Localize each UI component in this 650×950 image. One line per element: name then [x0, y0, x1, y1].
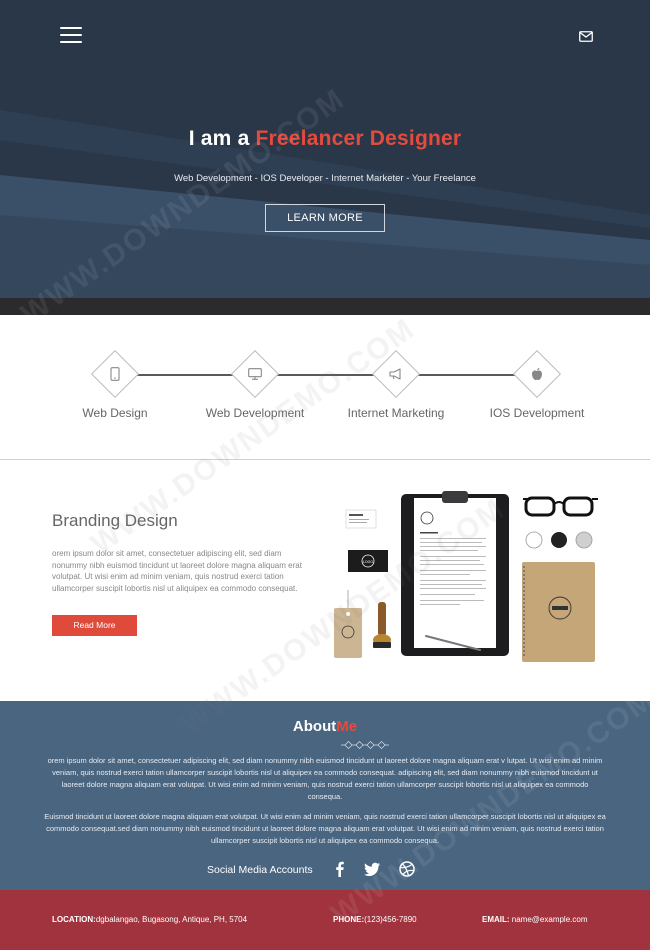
hero-title-prefix: I am a [188, 127, 256, 150]
about-title-accent: Me [336, 718, 358, 735]
hero-title-accent: Freelancer Designer [255, 127, 462, 150]
twitter-icon[interactable] [363, 860, 381, 878]
about-paragraph-1: orem ipsum dolor sit amet, consectetuer … [47, 756, 603, 801]
service-label: IOS Development [489, 406, 585, 420]
service-label: Web Design [82, 406, 148, 420]
footer-location-value: dgbalangao, Bugasong, Antique, PH, 5704 [95, 915, 248, 924]
megaphone-icon [386, 364, 406, 384]
services-section: Web Design Web Development Internet Mark… [0, 315, 650, 459]
mobile-icon [105, 364, 125, 384]
monitor-icon [245, 364, 265, 384]
branding-title: Branding Design [52, 511, 178, 530]
footer-location: LOCATION:dgbalangao, Bugasong, Antique, … [52, 915, 247, 924]
about-paragraph-2: Euismod tincidunt ut laoreet dolore magn… [44, 812, 606, 845]
footer-phone: PHONE:(123)456-7890 [333, 915, 417, 924]
about-section: AboutMe orem ipsum dolor sit amet, conse… [0, 701, 650, 890]
service-item-ios-development[interactable]: IOS Development [467, 349, 607, 432]
footer-email-label: EMAIL: [482, 915, 510, 924]
service-item-web-development[interactable]: Web Development [185, 349, 325, 432]
social-media-label: Social Media Accounts [207, 864, 313, 876]
branding-text: orem ipsum dolor sit amet, consectetuer … [52, 549, 302, 593]
mockup-logo-text: LOGO [363, 560, 373, 564]
apple-icon [527, 364, 547, 384]
hero-title: I am a Freelancer Designer [0, 127, 650, 151]
service-label: Internet Marketing [347, 406, 445, 420]
branding-mockup-image: LOGO [334, 491, 598, 662]
hero-section: I am a Freelancer Designer Web Developme… [0, 0, 650, 298]
title-ornament-divider [341, 740, 389, 750]
hero-bottom-band [0, 298, 650, 315]
service-item-internet-marketing[interactable]: Internet Marketing [326, 349, 466, 432]
footer-email[interactable]: EMAIL: name@example.com [482, 915, 588, 924]
footer-email-value: name@example.com [509, 915, 588, 924]
read-more-button[interactable]: Read More [52, 615, 137, 636]
about-title: AboutMe [0, 718, 650, 735]
footer-phone-label: PHONE: [333, 915, 365, 924]
service-item-web-design[interactable]: Web Design [45, 349, 185, 432]
hero-subtitle: Web Development - IOS Developer - Intern… [174, 173, 476, 184]
learn-more-button[interactable]: LEARN MORE [265, 204, 385, 232]
footer-phone-value: (123)456-7890 [364, 915, 417, 924]
hamburger-menu-icon[interactable] [60, 26, 82, 44]
dribbble-icon[interactable] [398, 860, 416, 878]
facebook-icon[interactable] [331, 860, 349, 878]
footer-location-label: LOCATION: [52, 915, 96, 924]
about-title-prefix: About [292, 718, 337, 735]
branding-section: Branding Design orem ipsum dolor sit ame… [0, 460, 650, 701]
service-label: Web Development [205, 406, 305, 420]
mail-icon[interactable] [579, 31, 593, 42]
footer: LOCATION:dgbalangao, Bugasong, Antique, … [0, 890, 650, 950]
